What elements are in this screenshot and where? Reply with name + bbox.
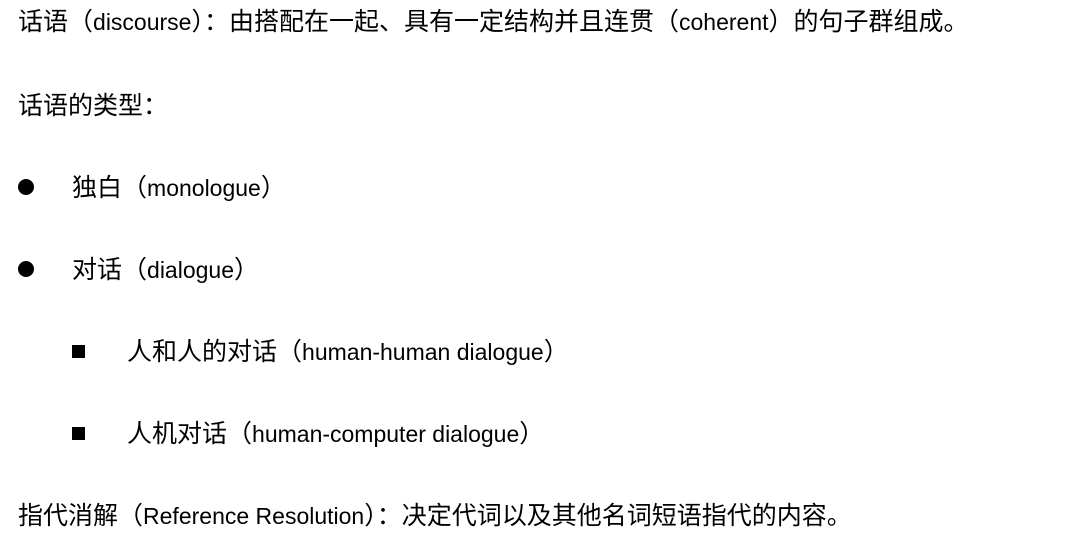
term-monologue-en: monologue [147, 175, 261, 201]
sublist-item-human-computer-dialogue: 人机对话（human-computer dialogue） [72, 414, 544, 454]
paren-open: （ [122, 255, 148, 284]
term-discourse: 话语 [18, 7, 69, 36]
paren-open: （ [68, 7, 94, 36]
sublist-item-human-human-dialogue: 人和人的对话（human-human dialogue） [72, 332, 569, 372]
paren-open: （ [277, 337, 303, 366]
term-human-computer-dialogue: 人机对话 [127, 419, 228, 448]
term-monologue: 独白 [72, 173, 123, 202]
term-reference-resolution-en: Reference Resolution [143, 503, 365, 529]
term-human-human-dialogue-en: human-human dialogue [302, 339, 544, 365]
paren-close: ） [234, 255, 260, 284]
term-coherent-en: coherent [679, 9, 769, 35]
term-discourse-en: discourse [93, 9, 192, 35]
paren-close: ） [519, 419, 545, 448]
filled-square-bullet-icon [72, 426, 85, 440]
filled-circle-bullet-icon [18, 261, 34, 277]
list-item-dialogue: 对话（dialogue） [18, 250, 259, 290]
filled-circle-bullet-icon [18, 179, 34, 195]
reference-resolution-definition: 指代消解（Reference Resolution）：决定代词以及其他名词短语指… [18, 496, 852, 536]
discourse-types-heading: 话语的类型： [18, 91, 169, 120]
term-reference-resolution: 指代消解 [18, 501, 119, 530]
paren-close: ） [543, 337, 569, 366]
discourse-definition-text-end: 的句子群组成。 [793, 7, 969, 36]
paren-open: （ [122, 173, 148, 202]
term-human-computer-dialogue-en: human-computer dialogue [252, 421, 520, 447]
term-dialogue-en: dialogue [147, 257, 234, 283]
paren-close: ） [260, 173, 286, 202]
list-item-monologue: 独白（monologue） [18, 168, 286, 208]
paren-open: （ [118, 501, 144, 530]
reference-resolution-definition-text: ：决定代词以及其他名词短语指代的内容。 [376, 501, 852, 530]
filled-square-bullet-icon [72, 344, 85, 358]
term-dialogue: 对话 [72, 255, 123, 284]
term-human-human-dialogue: 人和人的对话 [127, 337, 278, 366]
paren-close: ） [191, 7, 204, 36]
discourse-definition: 话语（discourse）：由搭配在一起、具有一定结构并且连贯（coherent… [18, 2, 969, 42]
paren-open: （ [227, 419, 253, 448]
paren-close: ） [768, 7, 794, 36]
paren-open: （ [654, 7, 680, 36]
discourse-definition-text: ：由搭配在一起、具有一定结构并且连贯 [203, 7, 654, 36]
paren-close: ） [364, 501, 377, 530]
